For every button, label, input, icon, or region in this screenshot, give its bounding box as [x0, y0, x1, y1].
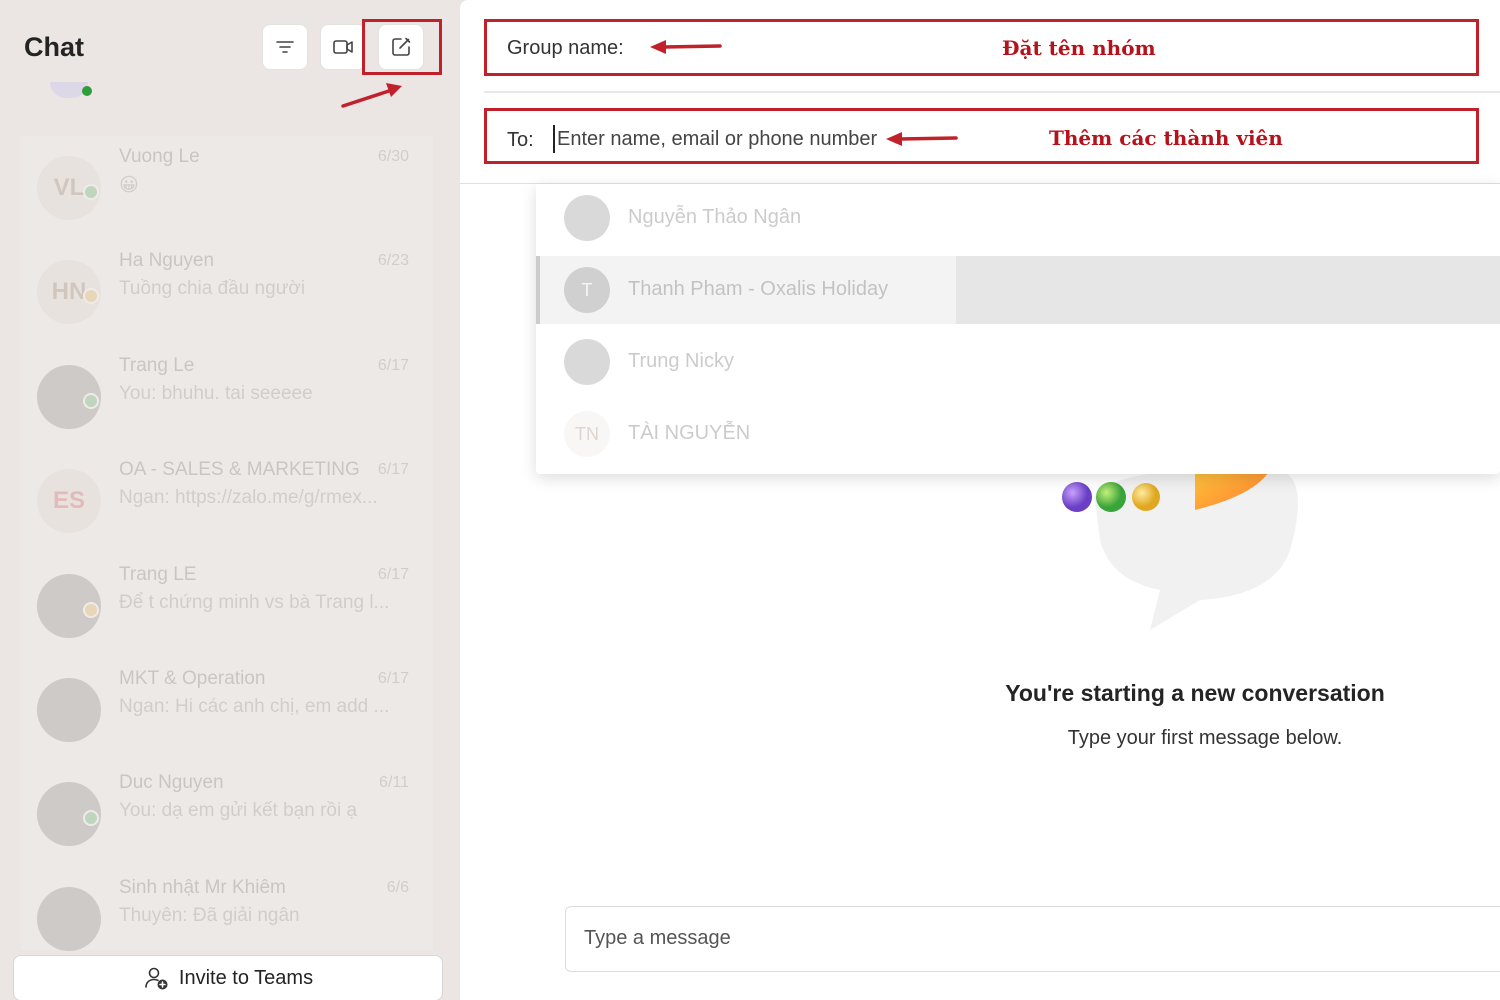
empty-state-title: You're starting a new conversation — [1005, 680, 1385, 706]
chat-time: 6/17 — [377, 565, 409, 583]
chat-time: 6/6 — [386, 878, 409, 896]
status-online-icon — [83, 392, 99, 409]
list-item[interactable]: ES OA - SALES & MARKETING 6/17 Ngan: htt… — [21, 449, 433, 553]
avatar: TN — [564, 411, 610, 457]
recipient-input[interactable] — [553, 125, 953, 153]
empty-state-subtitle: Type your first message below. — [1067, 727, 1343, 749]
group-name-label: Group name: — [507, 37, 624, 59]
avatar — [564, 339, 610, 385]
suggestion-name: Trung Nicky — [628, 350, 734, 372]
list-item[interactable]: HN Ha Nguyen 6/23 Tuồng chia đầu người — [21, 240, 433, 344]
chat-time: 6/11 — [379, 774, 409, 792]
filter-button[interactable] — [262, 24, 308, 70]
suggestion-item[interactable]: Nguyễn Thảo Ngân — [536, 184, 1500, 256]
meet-now-button[interactable] — [320, 24, 366, 70]
list-item[interactable]: VL Vuong Le 6/30 😀 — [21, 136, 433, 240]
avatar — [50, 82, 92, 98]
invite-label: Invite to Teams — [178, 966, 314, 989]
chat-name: Trang LE — [119, 563, 197, 585]
chat-name: OA - SALES & MARKETING — [119, 459, 360, 481]
chat-list[interactable]: VL Vuong Le 6/30 😀 HN Ha Nguyen 6/23 Tuồ… — [21, 136, 433, 951]
status-away-icon — [83, 601, 99, 618]
chat-preview: Ngan: Hi các anh chị, em add ... — [119, 695, 390, 717]
new-chat-highlight-box — [362, 19, 442, 75]
avatar — [37, 886, 101, 951]
status-online-icon — [83, 184, 99, 200]
avatar — [564, 195, 610, 241]
invite-to-teams-button[interactable]: Invite to Teams — [13, 955, 443, 1000]
suggestion-item[interactable]: Trung Nicky — [536, 328, 1500, 400]
chat-name: MKT & Operation — [119, 667, 266, 689]
list-item[interactable]: MKT & Operation 6/17 Ngan: Hi các anh ch… — [21, 658, 433, 762]
to-label: To: — [507, 129, 534, 151]
chat-name: Sinh nhật Mr Khiêm — [119, 876, 286, 898]
new-chat-panel: Group name: Đặt tên nhóm To: Thêm các th… — [460, 0, 1500, 1000]
avatar: T — [564, 267, 610, 313]
group-name-field[interactable]: Group name: Đặt tên nhóm — [484, 19, 1479, 76]
list-item[interactable]: Trang LE 6/17 Để t chứng minh vs bà Tran… — [21, 554, 433, 658]
chat-name: Vuong Le — [119, 146, 200, 167]
selection-highlight — [956, 256, 1500, 324]
add-members-annotation: Thêm các thành viên — [1049, 126, 1283, 150]
chat-time: 6/23 — [377, 252, 409, 270]
add-person-icon — [145, 967, 168, 990]
chat-time: 6/17 — [377, 356, 409, 374]
chat-preview: Thuyên: Đã giải ngân — [119, 904, 300, 926]
chat-preview: Để t chứng minh vs bà Trang l... — [119, 591, 390, 613]
chat-preview: You: bhuhu. tai seeeee — [119, 382, 313, 404]
chat-preview: Ngan: https://zalo.me/g/rmex... — [119, 487, 378, 509]
video-camera-icon — [333, 40, 353, 54]
suggestion-name: Thanh Pham - Oxalis Holiday — [628, 278, 889, 300]
group-name-annotation: Đặt tên nhóm — [1002, 36, 1156, 60]
suggestion-dropdown: Nguyễn Thảo Ngân T Thanh Pham - Oxalis H… — [536, 184, 1500, 474]
message-compose-box[interactable] — [565, 906, 1500, 972]
divider — [484, 91, 1500, 93]
list-item[interactable]: Trang Le 6/17 You: bhuhu. tai seeeee — [21, 345, 433, 449]
chat-time: 6/30 — [377, 148, 409, 165]
chat-preview: You: dạ em gửi kết bạn rồi ạ — [119, 800, 358, 822]
to-field[interactable]: To: Thêm các thành viên — [484, 108, 1479, 164]
suggestion-item[interactable]: TN TÀI NGUYỄN — [536, 400, 1500, 472]
chat-name: Duc Nguyen — [119, 772, 224, 794]
suggestion-name: Nguyễn Thảo Ngân — [628, 206, 802, 228]
message-input[interactable] — [584, 927, 1384, 950]
suggestion-item[interactable]: T Thanh Pham - Oxalis Holiday — [536, 256, 1500, 328]
suggestion-name: TÀI NGUYỄN — [628, 422, 751, 444]
filter-icon — [276, 41, 294, 53]
avatar — [37, 677, 101, 742]
chat-time: 6/17 — [377, 669, 409, 687]
chat-time: 6/17 — [377, 461, 409, 479]
avatar: ES — [37, 469, 101, 534]
sidebar-title: Chat — [24, 32, 84, 62]
chat-name: Ha Nguyen — [119, 250, 215, 272]
sidebar: Chat VL Vuong Le 6/30 😀 HN Ha Nguyen 6/2… — [0, 0, 452, 1000]
chat-name: Trang Le — [119, 354, 195, 376]
list-item[interactable]: Duc Nguyen 6/11 You: dạ em gửi kết bạn r… — [21, 762, 433, 866]
chat-preview: 😀 — [119, 175, 139, 196]
chat-preview: Tuồng chia đầu người — [119, 278, 306, 300]
